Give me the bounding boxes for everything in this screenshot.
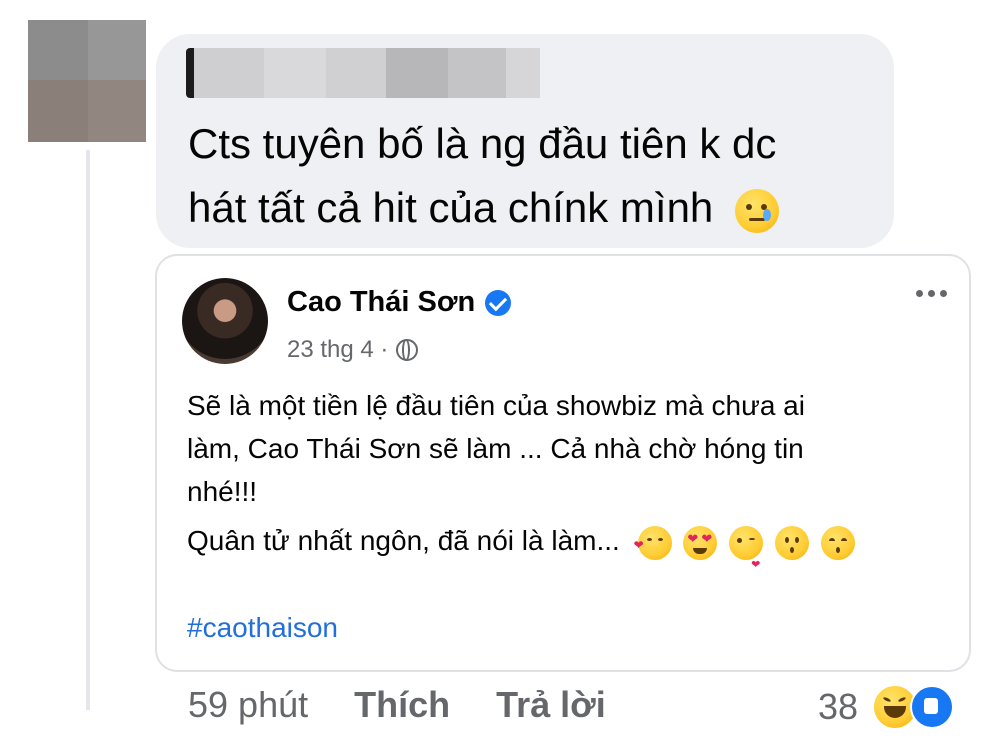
commenter-avatar[interactable] <box>28 20 146 142</box>
kiss-emoji: ❤ <box>729 525 764 571</box>
post-meta: 23 thg 4 · <box>287 336 419 364</box>
commenter-name-blurred[interactable] <box>186 48 540 98</box>
shared-post-card[interactable]: Cao Thái Sơn 23 thg 4 · Sẽ là một tiền l… <box>155 254 971 672</box>
reply-button[interactable]: Trả lời <box>496 684 606 726</box>
comment-actions: 59 phút Thích Trả lời <box>188 684 606 726</box>
avatar-blur-block <box>28 80 88 142</box>
more-options-icon[interactable] <box>916 290 947 297</box>
globe-icon <box>396 339 419 361</box>
post-text-line: làm, Cao Thái Sơn sẽ làm ... Cả nhà chờ … <box>187 433 804 464</box>
comment-text-line: Cts tuyên bố là ng đầu tiên k dc <box>188 120 777 167</box>
comment-time[interactable]: 59 phút <box>188 684 308 726</box>
comment-text: Cts tuyên bố là ng đầu tiên k dc hát tất… <box>188 112 878 240</box>
sad-tear-emoji <box>734 188 779 233</box>
avatar-blur-block <box>88 20 146 80</box>
post-author-name[interactable]: Cao Thái Sơn <box>287 286 475 319</box>
post-text-line: Quân tử nhất ngôn, đã nói là làm... ❤ ❤ … <box>187 519 947 571</box>
comment-text-line: hát tất cả hit của chínk mình <box>188 176 878 240</box>
smiling-hearts-emoji: ❤ <box>634 525 672 560</box>
avatar-blur-block <box>88 80 146 142</box>
heart-eyes-emoji: ❤ ❤ <box>683 525 718 560</box>
verified-badge-icon <box>485 289 512 316</box>
like-reaction-icon <box>910 685 955 729</box>
post-date[interactable]: 23 thg 4 · <box>287 336 388 364</box>
post-text-line: Sẽ là một tiền lệ đầu tiên của showbiz m… <box>187 390 805 421</box>
avatar-blur-block <box>28 20 88 80</box>
reaction-count: 38 <box>818 686 859 727</box>
post-text-line: nhé!!! <box>187 476 258 507</box>
reaction-summary[interactable]: 38 <box>818 684 955 730</box>
post-author-avatar[interactable] <box>182 278 268 364</box>
thread-line <box>86 150 90 710</box>
post-hashtag[interactable]: #caothaison <box>187 612 338 644</box>
kissing-emoji <box>774 525 809 560</box>
comment-bubble: Cts tuyên bố là ng đầu tiên k dc hát tất… <box>156 34 894 248</box>
like-button[interactable]: Thích <box>354 684 450 726</box>
post-body: Sẽ là một tiền lệ đầu tiên của showbiz m… <box>187 384 947 571</box>
post-author[interactable]: Cao Thái Sơn <box>287 286 512 319</box>
kissing-smiling-eyes-emoji <box>820 525 855 560</box>
